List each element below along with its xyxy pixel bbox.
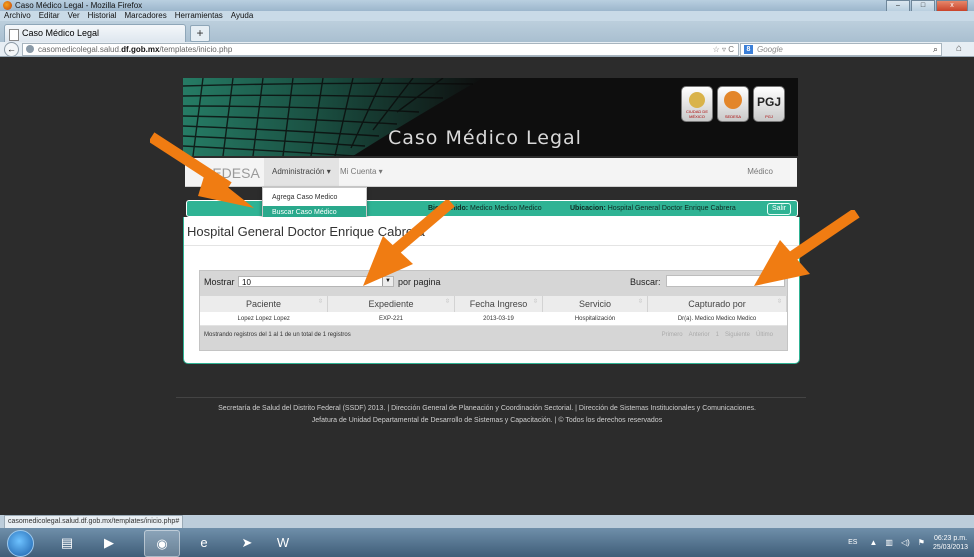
home-icon[interactable]: ⌂	[956, 43, 962, 54]
app-icon[interactable]: ➤	[230, 530, 264, 555]
clock[interactable]: 06:23 p.m. 25/03/2013	[933, 534, 968, 552]
site-title: Caso Médico Legal	[388, 127, 582, 149]
data-table-wrapper: Mostrar 10 ▼ por pagina Buscar: Paciente…	[199, 270, 788, 351]
menu-bar: Archivo Editar Ver Historial Marcadores …	[0, 11, 974, 21]
tab-label: Caso Médico Legal	[22, 28, 100, 38]
menu-ayuda[interactable]: Ayuda	[227, 11, 258, 21]
globe-icon	[26, 45, 34, 53]
col-capturado-por[interactable]: Capturado por ⇳	[647, 296, 787, 312]
site-navbar: SEDESA Administración ▾ Mi Cuenta ▾ Médi…	[185, 158, 797, 187]
new-tab-button[interactable]: +	[190, 25, 210, 42]
window-title-bar: Caso Médico Legal - Mozilla Firefox – □ …	[0, 0, 974, 12]
clock-date: 25/03/2013	[932, 543, 968, 551]
taskbar: ▤ ▶ ◉ e ➤ W ES ▲ ▥ ◁) ⚑ 06:23 p.m. 25/03…	[0, 528, 974, 557]
annotation-arrow-1	[150, 132, 254, 208]
search-label: Buscar:	[630, 277, 661, 287]
cell-expediente: EXP-221	[327, 312, 455, 326]
word-icon[interactable]: W	[266, 530, 300, 555]
flag-icon[interactable]: ⚑	[918, 538, 925, 547]
location-text: Ubicacion: Hospital General Doctor Enriq…	[570, 205, 736, 212]
nav-administracion[interactable]: Administración ▾	[264, 158, 339, 186]
page-first[interactable]: Primero	[662, 332, 683, 338]
search-bar[interactable]: 8 Google ⌕	[740, 43, 942, 56]
footer-line-2: Jefatura de Unidad Departamental de Desa…	[311, 417, 663, 424]
tab-bar: Caso Médico Legal +	[0, 21, 974, 43]
menu-historial[interactable]: Historial	[84, 11, 121, 21]
cdmx-logo: CIUDAD DE MÉXICO	[681, 86, 713, 122]
menu-ver[interactable]: Ver	[64, 11, 84, 21]
pagination: Primero Anterior 1 Siguiente Último	[656, 332, 773, 338]
cell-capturado: Dr(a). Medico Medico Medico	[647, 312, 787, 326]
system-tray: ES ▲ ▥ ◁) ⚑ 06:23 p.m. 25/03/2013	[848, 528, 968, 557]
volume-icon[interactable]: ◁)	[901, 538, 910, 547]
col-paciente[interactable]: Paciente ⇳	[200, 296, 328, 312]
window-title: Caso Médico Legal - Mozilla Firefox	[15, 1, 143, 10]
clock-time: 06:23 p.m.	[933, 534, 968, 542]
annotation-arrow-3	[754, 210, 860, 286]
page-previous[interactable]: Anterior	[689, 332, 710, 338]
search-placeholder: Google	[757, 45, 783, 54]
cases-table: Paciente ⇳ Expediente ⇳ Fecha Ingreso ⇳ Ser…	[200, 296, 787, 326]
firefox-icon	[3, 1, 12, 10]
content-panel: Hospital General Doctor Enrique Cabrera …	[183, 217, 800, 364]
col-fecha-ingreso[interactable]: Fecha Ingreso ⇳	[454, 296, 543, 312]
browser-tab[interactable]: Caso Médico Legal	[4, 24, 186, 43]
page-next[interactable]: Siguiente	[725, 332, 750, 338]
page-1[interactable]: 1	[716, 332, 719, 338]
menu-herramientas[interactable]: Herramientas	[171, 11, 227, 21]
pgj-icon: PGJ	[756, 95, 781, 109]
divider	[184, 245, 799, 246]
col-expediente[interactable]: Expediente ⇳	[327, 296, 455, 312]
table-info: Mostrando registros del 1 al 1 de un tot…	[204, 332, 351, 338]
media-player-icon[interactable]: ▶	[92, 530, 126, 555]
nav-medico[interactable]: Médico	[747, 158, 773, 186]
emblem-icon	[689, 92, 705, 108]
status-url: casomedicolegal.salud.df.gob.mx/template…	[4, 515, 184, 529]
reload-icon[interactable]: ☆ ▿ C	[713, 44, 734, 55]
footer-divider	[176, 397, 806, 398]
language-indicator[interactable]: ES	[848, 539, 857, 546]
nav-mi-cuenta[interactable]: Mi Cuenta ▾	[340, 158, 383, 186]
pgj-logo: PGJ PGJ	[753, 86, 785, 122]
menu-editar[interactable]: Editar	[35, 11, 64, 21]
sedesa-icon	[724, 91, 742, 109]
sedesa-logo: SEDESA	[717, 86, 749, 122]
col-servicio[interactable]: Servicio ⇳	[542, 296, 648, 312]
ie-icon[interactable]: e	[187, 530, 221, 555]
network-icon[interactable]: ▥	[885, 538, 893, 547]
explorer-icon[interactable]: ▤	[50, 530, 84, 555]
site-header: Caso Médico Legal CIUDAD DE MÉXICO SEDES…	[183, 78, 798, 156]
page-last[interactable]: Último	[756, 332, 773, 338]
search-icon[interactable]: ⌕	[933, 44, 938, 55]
cell-servicio: Hospitalización	[542, 312, 648, 326]
cell-fecha: 2013-03-19	[454, 312, 543, 326]
page-viewport: Caso Médico Legal CIUDAD DE MÉXICO SEDES…	[0, 57, 974, 515]
menu-item-agrega-caso[interactable]: Agrega Caso Medico	[263, 192, 366, 204]
url-text: casomedicolegal.salud.df.gob.mx/template…	[38, 45, 233, 54]
google-icon: 8	[744, 45, 753, 54]
menu-marcadores[interactable]: Marcadores	[121, 11, 171, 21]
menu-archivo[interactable]: Archivo	[0, 11, 35, 21]
page-icon	[9, 29, 19, 41]
annotation-arrow-2	[363, 200, 455, 286]
status-bar: casomedicolegal.salud.df.gob.mx/template…	[0, 515, 974, 529]
cell-paciente: Lopez Lopez Lopez	[200, 312, 328, 326]
footer-line-1: Secretaría de Salud del Distrito Federal…	[218, 405, 756, 412]
back-button[interactable]: ←	[4, 42, 19, 57]
navigation-bar: ← casomedicolegal.salud.df.gob.mx/templa…	[0, 42, 974, 57]
start-button[interactable]	[7, 530, 34, 557]
length-label: Mostrar	[204, 277, 235, 287]
url-bar[interactable]: casomedicolegal.salud.df.gob.mx/template…	[22, 43, 739, 56]
table-row[interactable]: Lopez Lopez Lopez EXP-221 2013-03-19 Hos…	[200, 312, 787, 326]
firefox-taskbar-icon[interactable]: ◉	[144, 530, 180, 557]
tray-arrow-icon[interactable]: ▲	[869, 538, 877, 547]
